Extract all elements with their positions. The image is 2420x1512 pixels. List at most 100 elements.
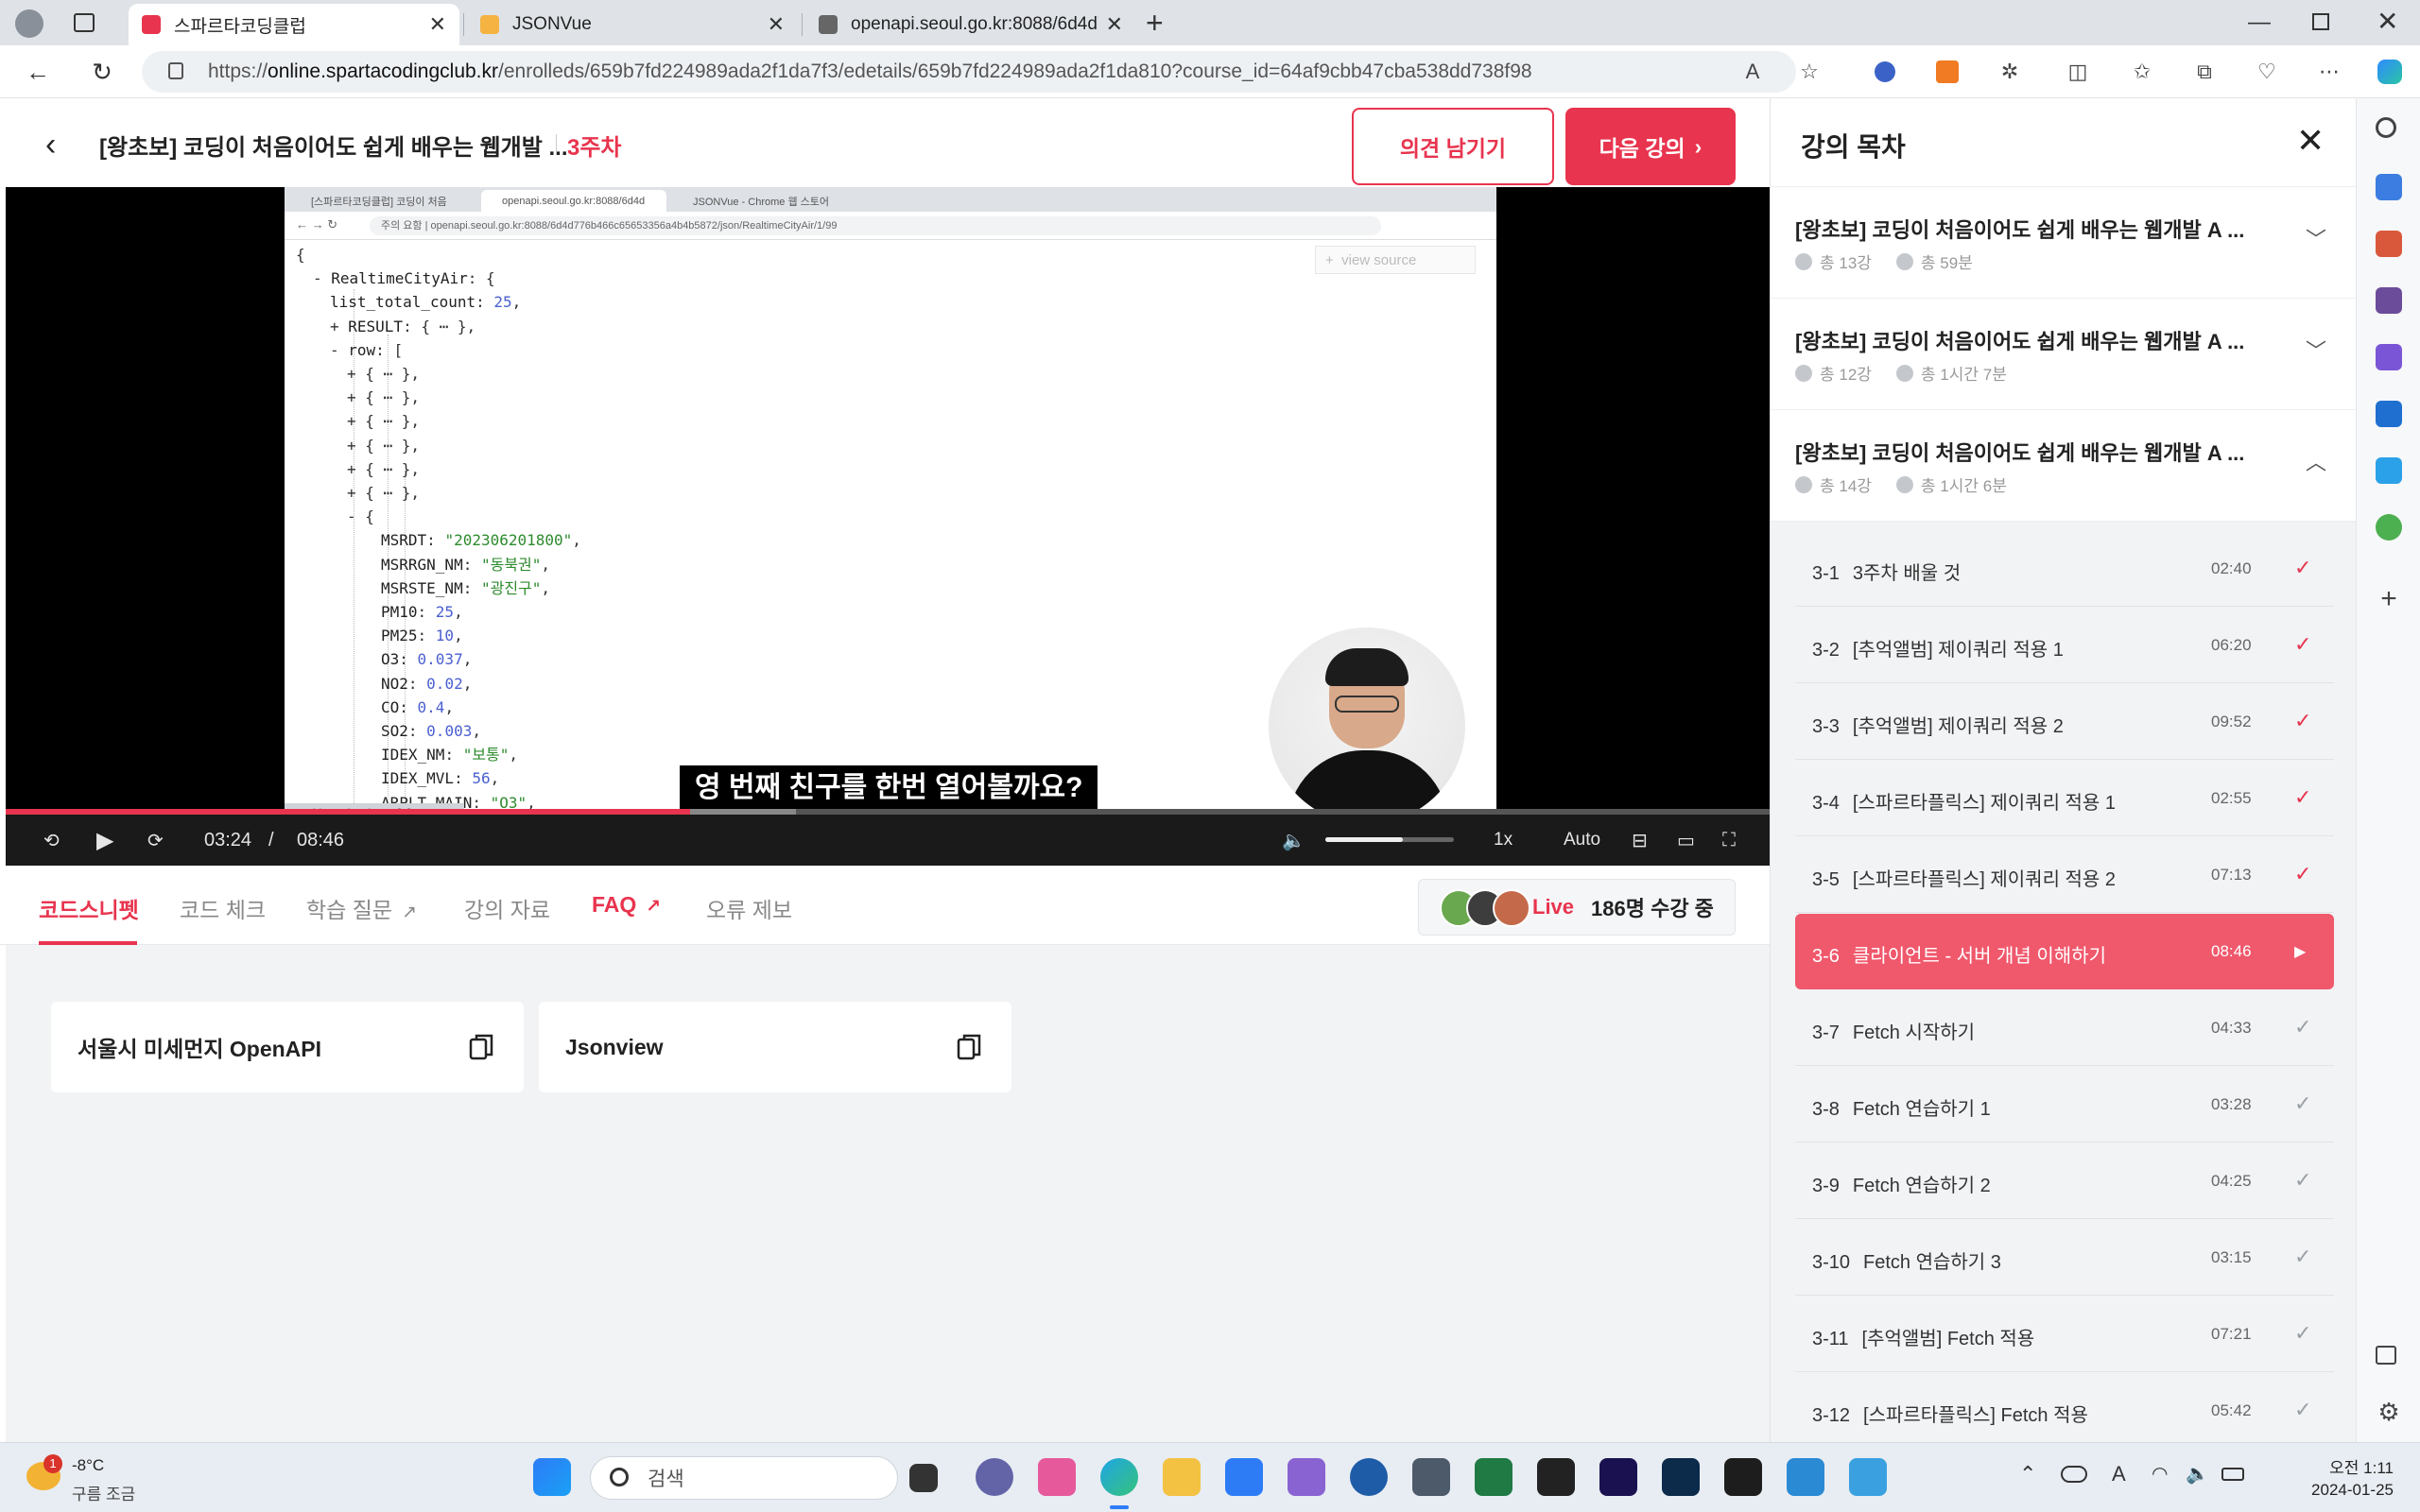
lecture-tab[interactable]: 강의 자료: [464, 892, 550, 924]
app-pink-icon[interactable]: [1038, 1458, 1076, 1496]
lecture-tab[interactable]: FAQ ↗: [592, 892, 661, 918]
browser-essentials-icon[interactable]: ♡: [2254, 59, 2280, 85]
speaker-icon[interactable]: 🔈: [2186, 1462, 2209, 1486]
snippet-card-openapi[interactable]: 서울시 미세먼지 OpenAPI: [51, 1002, 524, 1092]
settings-more-icon[interactable]: ⋯: [2316, 59, 2342, 85]
lecture-tab[interactable]: 코드 체크: [180, 892, 266, 924]
snippet-card-jsonview[interactable]: Jsonview: [539, 1002, 1011, 1092]
browser-tab[interactable]: JSONVue ✕: [467, 4, 798, 45]
app-circle-icon[interactable]: [1350, 1458, 1388, 1496]
clock-time[interactable]: 오전 1:11: [2290, 1454, 2394, 1478]
app-purple-icon[interactable]: [1288, 1458, 1325, 1496]
office-icon[interactable]: [2376, 344, 2402, 370]
file-explorer-icon[interactable]: [1163, 1458, 1201, 1496]
volume-icon[interactable]: 🔈: [1282, 826, 1305, 854]
games-icon[interactable]: [2376, 287, 2402, 314]
tree-icon[interactable]: [2376, 514, 2402, 541]
start-windows-icon[interactable]: [533, 1458, 571, 1496]
lesson-item[interactable]: 3-2 [추억앨범] 제이쿼리 적용 1 06:20 ✓: [1795, 608, 2334, 683]
toc-week-section[interactable]: [왕초보] 코딩이 처음이어도 쉽게 배우는 웹개발 A ... 총 14강 총 1…: [1771, 410, 2357, 522]
edge-browser-icon[interactable]: [1100, 1458, 1138, 1496]
onedrive-icon[interactable]: [2061, 1466, 2087, 1483]
lesson-item[interactable]: 3-1 3주차 배울 것 02:40 ✓: [1795, 531, 2334, 607]
browser-tab[interactable]: openapi.seoul.go.kr:8088/6d4d7 ✕: [805, 4, 1136, 45]
new-tab-button[interactable]: +: [1146, 6, 1164, 41]
toc-week-section[interactable]: [왕초보] 코딩이 처음이어도 쉽게 배우는 웹개발 A ... 총 13강 총 5…: [1771, 187, 2357, 299]
extension-ex-icon[interactable]: [1934, 59, 1961, 85]
close-tab-icon[interactable]: ✕: [1106, 12, 1123, 37]
wifi-icon[interactable]: ◠: [2152, 1462, 2168, 1486]
browser-tab[interactable]: 스파르타코딩클럽 ✕: [129, 4, 459, 45]
read-aloud-icon[interactable]: A: [1739, 59, 1766, 85]
task-view-icon[interactable]: [909, 1464, 938, 1492]
notepad-icon[interactable]: [1849, 1458, 1887, 1496]
volume-slider[interactable]: [1325, 837, 1454, 842]
acrobat-icon[interactable]: [1537, 1458, 1575, 1496]
refresh-icon[interactable]: ↻: [87, 57, 117, 87]
lesson-item[interactable]: 3-12 [스파르타플릭스] Fetch 적용 05:42 ✓: [1795, 1373, 2334, 1449]
photoshop-icon[interactable]: [1662, 1458, 1700, 1496]
lesson-item[interactable]: 3-8 Fetch 연습하기 1 03:28 ✓: [1795, 1067, 2334, 1143]
lesson-item[interactable]: 3-4 [스파르타플릭스] 제이쿼리 적용 1 02:55 ✓: [1795, 761, 2334, 836]
back-arrow-icon[interactable]: ←: [23, 57, 53, 87]
split-screen-icon[interactable]: ◫: [2065, 59, 2091, 85]
vscode-icon[interactable]: [1787, 1458, 1824, 1496]
close-icon[interactable]: ✕: [2296, 121, 2325, 161]
tab-actions-icon[interactable]: [74, 13, 95, 32]
video-player[interactable]: [스파르타코딩클럽] 코딩이 처음 openapi.seoul.go.kr:808…: [6, 187, 1770, 866]
shopping-tag-icon[interactable]: [2376, 174, 2402, 200]
extensions-puzzle-icon[interactable]: ✲: [1996, 59, 2023, 85]
forward-10-icon[interactable]: ⟳: [147, 826, 164, 854]
send-icon[interactable]: [2376, 457, 2402, 484]
premiere-icon[interactable]: [1599, 1458, 1637, 1496]
taskbar-search[interactable]: 검색: [590, 1456, 898, 1500]
battery-icon[interactable]: [2221, 1468, 2244, 1481]
lesson-item[interactable]: 3-3 [추억앨범] 제이쿼리 적용 2 09:52 ✓: [1795, 684, 2334, 760]
lesson-item[interactable]: 3-6 클라이언트 - 서버 개념 이해하기 08:46 ▶: [1795, 914, 2334, 989]
clock-date[interactable]: 2024-01-25: [2265, 1481, 2394, 1500]
lecture-tab[interactable]: 코드스니펫: [39, 892, 139, 924]
lecture-tab[interactable]: 학습 질문 ↗: [306, 892, 417, 924]
profile-icon[interactable]: [15, 9, 43, 38]
fullscreen-icon[interactable]: ⛶: [1722, 826, 1736, 854]
back-chevron-icon[interactable]: ‹: [45, 127, 56, 163]
close-tab-icon[interactable]: ✕: [768, 12, 785, 37]
search-icon[interactable]: [2376, 117, 2396, 138]
play-icon[interactable]: ▶: [96, 826, 113, 854]
ime-indicator[interactable]: A: [2112, 1462, 2126, 1486]
copy-icon[interactable]: [957, 1032, 983, 1062]
playback-speed[interactable]: 1x: [1494, 826, 1512, 854]
chevron-up-icon[interactable]: ︿: [2306, 446, 2326, 476]
copy-icon[interactable]: [469, 1032, 495, 1062]
url-field[interactable]: https://online.spartacodingclub.kr/enrol…: [142, 51, 1796, 93]
sidebar-toggle-icon[interactable]: [2376, 1346, 2396, 1365]
favorite-star-icon[interactable]: ☆: [1796, 59, 1823, 85]
pycharm-icon[interactable]: [1724, 1458, 1762, 1496]
tools-icon[interactable]: [2376, 231, 2402, 257]
collections-icon[interactable]: ⧉: [2191, 59, 2218, 85]
lesson-item[interactable]: 3-5 [스파르타플릭스] 제이쿼리 적용 2 07:13 ✓: [1795, 837, 2334, 913]
rewind-10-icon[interactable]: ⟲: [43, 826, 60, 854]
theater-mode-icon[interactable]: ▭: [1677, 826, 1695, 854]
close-tab-icon[interactable]: ✕: [429, 12, 446, 37]
outlook-icon[interactable]: [2376, 401, 2402, 427]
feedback-button[interactable]: 의견 남기기: [1352, 108, 1554, 185]
lesson-item[interactable]: 3-10 Fetch 연습하기 3 03:15 ✓: [1795, 1220, 2334, 1296]
app-monitor-icon[interactable]: [1412, 1458, 1450, 1496]
extension-globe-icon[interactable]: [1872, 59, 1898, 85]
captions-icon[interactable]: ⊟: [1632, 826, 1648, 854]
maximize-button[interactable]: [2312, 13, 2329, 30]
gear-icon[interactable]: ⚙: [2376, 1398, 2402, 1426]
excel-icon[interactable]: [1475, 1458, 1512, 1496]
copilot-icon[interactable]: [2377, 59, 2403, 85]
chevron-down-icon[interactable]: ﹀: [2306, 335, 2326, 365]
lesson-item[interactable]: 3-11 [추억앨범] Fetch 적용 07:21 ✓: [1795, 1297, 2334, 1372]
quality-setting[interactable]: Auto: [1564, 826, 1600, 854]
chevron-down-icon[interactable]: ﹀: [2306, 223, 2326, 253]
tray-chevron-icon[interactable]: ⌃: [2019, 1462, 2036, 1486]
next-lecture-button[interactable]: 다음 강의 ›: [1565, 108, 1736, 185]
lecture-tab[interactable]: 오류 제보: [706, 892, 792, 924]
toc-week-section[interactable]: [왕초보] 코딩이 처음이어도 쉽게 배우는 웹개발 A ... 총 12강 총 1…: [1771, 299, 2357, 410]
favorites-icon[interactable]: ✩: [2129, 59, 2155, 85]
close-window-button[interactable]: ✕: [2377, 6, 2398, 37]
